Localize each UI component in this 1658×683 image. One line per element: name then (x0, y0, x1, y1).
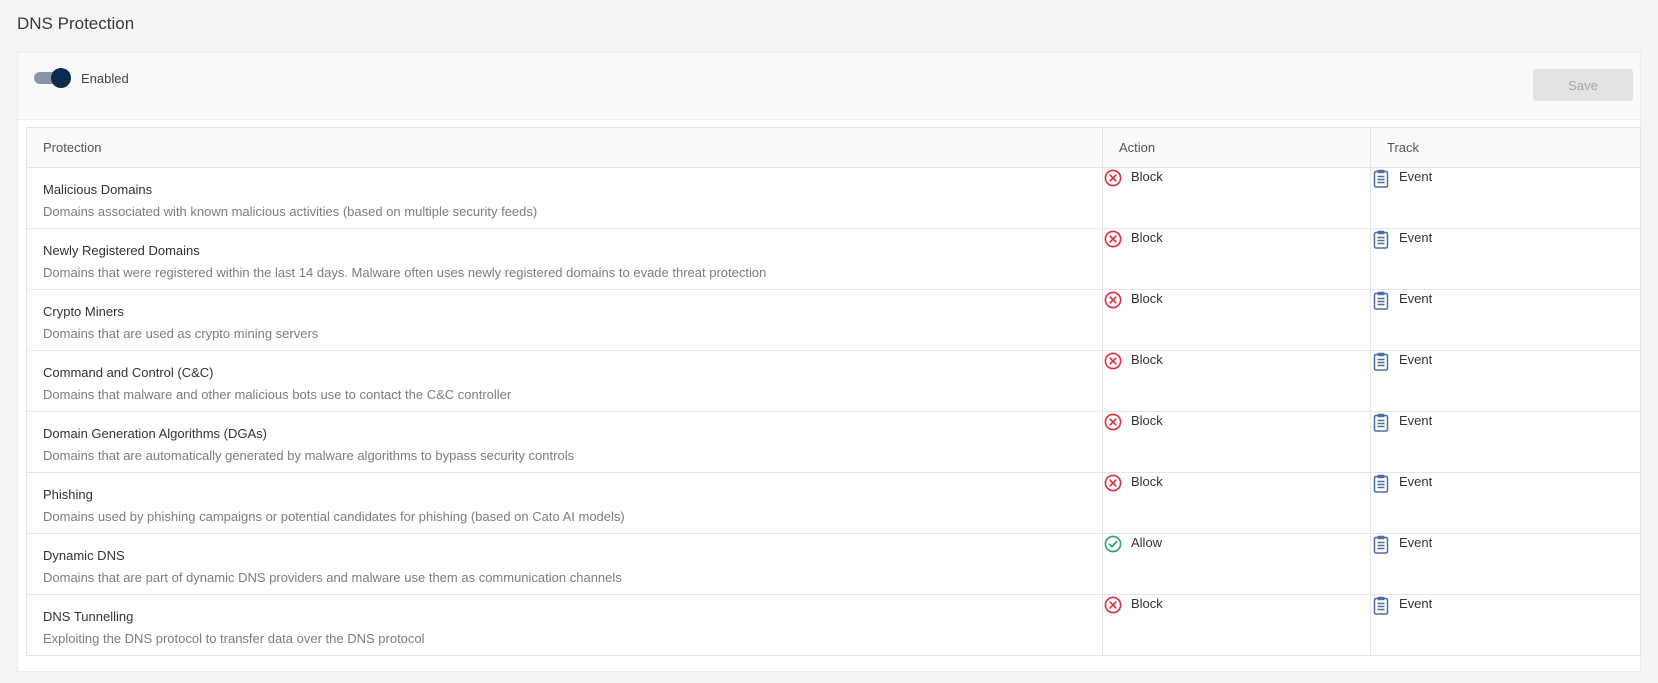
track-value: Event (1399, 412, 1433, 428)
protection-cell: Command and Control (C&C) Domains that ma… (26, 350, 1103, 412)
action-value: Block (1131, 595, 1163, 611)
table-row[interactable]: Malicious Domains Domains associated with… (26, 167, 1641, 229)
action-value: Block (1131, 351, 1163, 367)
toggle-knob (51, 68, 71, 88)
track-cell[interactable]: Event (1370, 411, 1641, 473)
action-value: Block (1131, 229, 1163, 245)
track-value: Event (1399, 534, 1433, 550)
block-icon (1103, 290, 1123, 310)
protection-cell: Domain Generation Algorithms (DGAs) Domai… (26, 411, 1103, 473)
protection-name: DNS Tunnelling (43, 609, 134, 624)
table-body: Malicious Domains Domains associated with… (26, 167, 1641, 656)
action-cell[interactable]: Allow (1102, 533, 1371, 595)
table-row[interactable]: Phishing Domains used by phishing campaig… (26, 472, 1641, 534)
table-row[interactable]: Dynamic DNS Domains that are part of dyna… (26, 533, 1641, 595)
table-header-row: Protection Action Track (26, 127, 1641, 168)
block-icon (1103, 473, 1123, 493)
action-value: Allow (1131, 534, 1163, 550)
table-row[interactable]: Command and Control (C&C) Domains that ma… (26, 350, 1641, 412)
block-icon (1103, 351, 1123, 371)
action-value: Block (1131, 473, 1163, 489)
block-icon (1103, 168, 1123, 188)
page-title: DNS Protection (17, 14, 135, 33)
clipboard-icon (1371, 534, 1391, 554)
track-cell[interactable]: Event (1370, 167, 1641, 229)
protection-description: Domains used by phishing campaigns or po… (43, 509, 625, 524)
clipboard-icon (1371, 290, 1391, 310)
protection-name: Dynamic DNS (43, 548, 125, 563)
clipboard-icon (1371, 168, 1391, 188)
track-cell[interactable]: Event (1370, 533, 1641, 595)
protection-description: Domains that malware and other malicious… (43, 387, 512, 402)
protection-description: Domains that are automatically generated… (43, 448, 575, 463)
action-cell[interactable]: Block (1102, 594, 1371, 656)
clipboard-icon (1371, 351, 1391, 371)
clipboard-icon (1371, 595, 1391, 615)
protection-name: Crypto Miners (43, 304, 124, 319)
protection-cell: Phishing Domains used by phishing campaig… (26, 472, 1103, 534)
track-value: Event (1399, 168, 1433, 184)
protection-cell: Dynamic DNS Domains that are part of dyna… (26, 533, 1103, 595)
track-value: Event (1399, 229, 1433, 245)
action-cell[interactable]: Block (1102, 167, 1371, 229)
column-header-track[interactable]: Track (1370, 127, 1641, 168)
protection-cell: Crypto Miners Domains that are used as cr… (26, 289, 1103, 351)
action-cell[interactable]: Block (1102, 228, 1371, 290)
table-row[interactable]: Domain Generation Algorithms (DGAs) Domai… (26, 411, 1641, 473)
track-value: Event (1399, 473, 1433, 489)
clipboard-icon (1371, 412, 1391, 432)
action-value: Block (1131, 168, 1163, 184)
track-cell[interactable]: Event (1370, 350, 1641, 412)
track-cell[interactable]: Event (1370, 472, 1641, 534)
protection-name: Domain Generation Algorithms (DGAs) (43, 426, 267, 441)
protection-description: Exploiting the DNS protocol to transfer … (43, 631, 425, 646)
protection-cell: Newly Registered Domains Domains that wer… (26, 228, 1103, 290)
table-row[interactable]: DNS Tunnelling Exploiting the DNS protoco… (26, 594, 1641, 656)
protections-table: Protection Action Track Malicious Domain… (26, 127, 1641, 656)
block-icon (1103, 412, 1123, 432)
track-value: Event (1399, 595, 1433, 611)
protection-cell: Malicious Domains Domains associated with… (26, 167, 1103, 229)
allow-icon (1103, 534, 1123, 554)
column-header-protection[interactable]: Protection (26, 127, 1103, 168)
protection-description: Domains that are used as crypto mining s… (43, 326, 319, 341)
toggle-label: Enabled (81, 71, 129, 86)
action-cell[interactable]: Block (1102, 411, 1371, 473)
track-cell[interactable]: Event (1370, 289, 1641, 351)
action-cell[interactable]: Block (1102, 350, 1371, 412)
protection-name: Phishing (43, 487, 93, 502)
action-value: Block (1131, 290, 1163, 306)
column-header-action[interactable]: Action (1102, 127, 1371, 168)
table-row[interactable]: Crypto Miners Domains that are used as cr… (26, 289, 1641, 351)
save-button[interactable]: Save (1533, 69, 1633, 101)
protection-description: Domains that were registered within the … (43, 265, 767, 280)
card-header: Enabled Save (18, 53, 1640, 120)
protection-name: Malicious Domains (43, 182, 153, 197)
table-row[interactable]: Newly Registered Domains Domains that wer… (26, 228, 1641, 290)
clipboard-icon (1371, 473, 1391, 493)
enabled-toggle[interactable] (34, 68, 72, 88)
block-icon (1103, 595, 1123, 615)
action-cell[interactable]: Block (1102, 289, 1371, 351)
clipboard-icon (1371, 229, 1391, 249)
track-cell[interactable]: Event (1370, 594, 1641, 656)
track-cell[interactable]: Event (1370, 228, 1641, 290)
dns-protection-card: Enabled Save Protection Action Track Mal… (17, 52, 1641, 672)
action-cell[interactable]: Block (1102, 472, 1371, 534)
protection-description: Domains associated with known malicious … (43, 204, 538, 219)
protection-description: Domains that are part of dynamic DNS pro… (43, 570, 622, 585)
track-value: Event (1399, 351, 1433, 367)
action-value: Block (1131, 412, 1163, 428)
track-value: Event (1399, 290, 1433, 306)
protection-name: Command and Control (C&C) (43, 365, 214, 380)
block-icon (1103, 229, 1123, 249)
protection-cell: DNS Tunnelling Exploiting the DNS protoco… (26, 594, 1103, 656)
protection-name: Newly Registered Domains (43, 243, 200, 258)
